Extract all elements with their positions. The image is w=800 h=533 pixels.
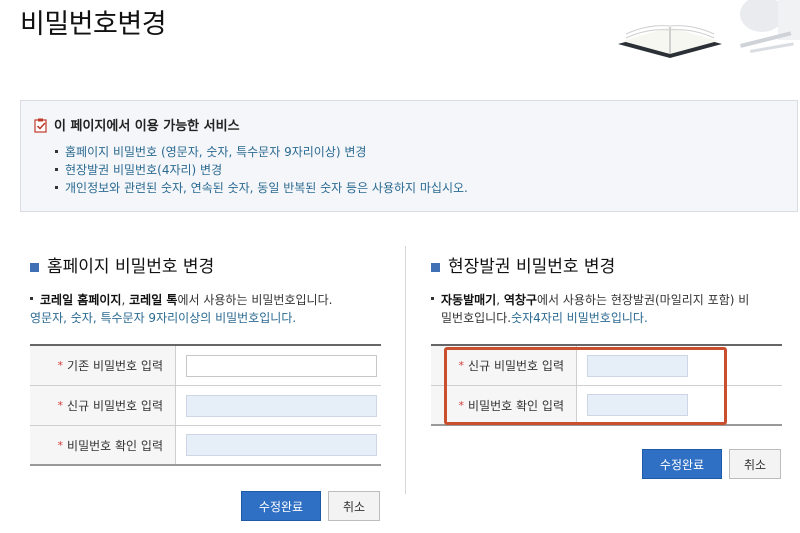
homepage-section-title-text: 홈페이지 비밀번호 변경: [47, 257, 215, 277]
service-info-title: 이 페이지에서 이용 가능한 서비스: [33, 115, 240, 134]
desc-blue-text: 영문자, 숫자, 특수문자 9자리이상의 비밀번호입니다.: [30, 311, 297, 325]
current-password-input[interactable]: [186, 354, 377, 377]
section-square-icon: [30, 262, 39, 272]
form-cell: [176, 386, 377, 425]
required-mark: *: [57, 359, 64, 372]
required-mark: *: [57, 438, 64, 452]
book-illustration: [618, 0, 800, 58]
desc-text: 에서 사용하는 현장발권(마일리지 포함) 비: [536, 293, 750, 307]
form-row: * 신규 비밀번호 입력: [30, 386, 381, 426]
onsite-section-title-text: 현장발권 비밀번호 변경: [448, 257, 616, 277]
desc-sep: ,: [496, 293, 504, 307]
form-cell: [577, 346, 688, 385]
form-row: * 비밀번호 확인 입력: [30, 426, 381, 466]
onsite-section-title: 현장발권 비밀번호 변경: [431, 256, 615, 278]
form-label-text: 신규 비밀번호 입력: [67, 399, 163, 413]
homepage-section-title: 홈페이지 비밀번호 변경: [30, 256, 214, 278]
form-row: * 비밀번호 확인 입력: [431, 386, 782, 426]
desc-bold-2: 코레일 톡: [129, 293, 178, 307]
required-mark: *: [458, 398, 465, 412]
desc-sep: ,: [121, 293, 130, 307]
service-info-box: 이 페이지에서 이용 가능한 서비스 홈페이지 비밀번호 (영문자, 숫자, 특…: [20, 100, 798, 212]
form-label-text: 기존 비밀번호 입력: [67, 359, 163, 373]
form-label: * 비밀번호 확인 입력: [30, 426, 176, 464]
form-label: * 기존 비밀번호 입력: [30, 346, 176, 385]
onsite-confirm-password-input[interactable]: [587, 394, 688, 416]
form-row: * 기존 비밀번호 입력: [30, 346, 381, 386]
onsite-cancel-button[interactable]: 취소: [729, 449, 781, 479]
form-label-text: 신규 비밀번호 입력: [468, 359, 564, 373]
desc-text: 에서 사용하는 비밀번호입니다.: [177, 293, 333, 307]
bullet-icon: [431, 297, 434, 300]
onsite-submit-button[interactable]: 수정완료: [642, 449, 722, 479]
service-info-item: 현장발권 비밀번호(4자리) 변경: [55, 161, 468, 179]
onsite-password-form: * 신규 비밀번호 입력 * 비밀번호 확인 입력: [431, 344, 782, 426]
form-row: * 신규 비밀번호 입력: [431, 346, 782, 386]
onsite-description: 자동발매기, 역창구에서 사용하는 현장발권(마일리지 포함) 비 밀번호입니다…: [431, 291, 791, 327]
service-info-item: 홈페이지 비밀번호 (영문자, 숫자, 특수문자 9자리이상) 변경: [55, 143, 468, 161]
page-title: 비밀번호변경: [20, 9, 167, 40]
required-mark: *: [57, 399, 64, 412]
form-cell: [176, 426, 377, 464]
service-info-title-text: 이 페이지에서 이용 가능한 서비스: [54, 119, 240, 134]
homepage-submit-button[interactable]: 수정완료: [241, 491, 321, 521]
bullet-icon: [30, 297, 33, 300]
form-label-text: 비밀번호 확인 입력: [468, 398, 564, 413]
form-label: * 비밀번호 확인 입력: [431, 386, 577, 424]
confirm-password-input[interactable]: [186, 434, 377, 456]
desc-blue-text: 숫자4자리 비밀번호입니다.: [511, 311, 648, 325]
homepage-cancel-button[interactable]: 취소: [328, 491, 380, 521]
desc-text-cont: 밀번호입니다.: [441, 311, 512, 325]
homepage-description: 코레일 홈페이지, 코레일 톡에서 사용하는 비밀번호입니다. 영문자, 숫자,…: [30, 291, 390, 327]
section-divider: [405, 246, 406, 494]
form-cell: [176, 346, 377, 385]
desc-bold-1: 자동발매기: [441, 293, 497, 307]
required-mark: *: [458, 359, 465, 372]
new-password-input[interactable]: [186, 394, 377, 417]
onsite-new-password-input[interactable]: [587, 354, 688, 377]
form-label: * 신규 비밀번호 입력: [30, 386, 176, 425]
form-label: * 신규 비밀번호 입력: [431, 346, 577, 385]
clipboard-icon: [34, 118, 47, 133]
section-square-icon: [431, 262, 440, 272]
homepage-password-form: * 기존 비밀번호 입력 * 신규 비밀번호 입력 * 비밀번호 확인 입력: [30, 344, 381, 466]
service-info-item: 개인정보와 관련된 숫자, 연속된 숫자, 동일 반복된 숫자 등은 사용하지 …: [55, 179, 468, 197]
form-label-text: 비밀번호 확인 입력: [67, 438, 163, 453]
desc-bold-2: 역창구: [503, 293, 537, 307]
desc-bold-1: 코레일 홈페이지: [40, 293, 122, 307]
service-info-list: 홈페이지 비밀번호 (영문자, 숫자, 특수문자 9자리이상) 변경 현장발권 …: [55, 143, 468, 197]
form-cell: [577, 386, 688, 424]
